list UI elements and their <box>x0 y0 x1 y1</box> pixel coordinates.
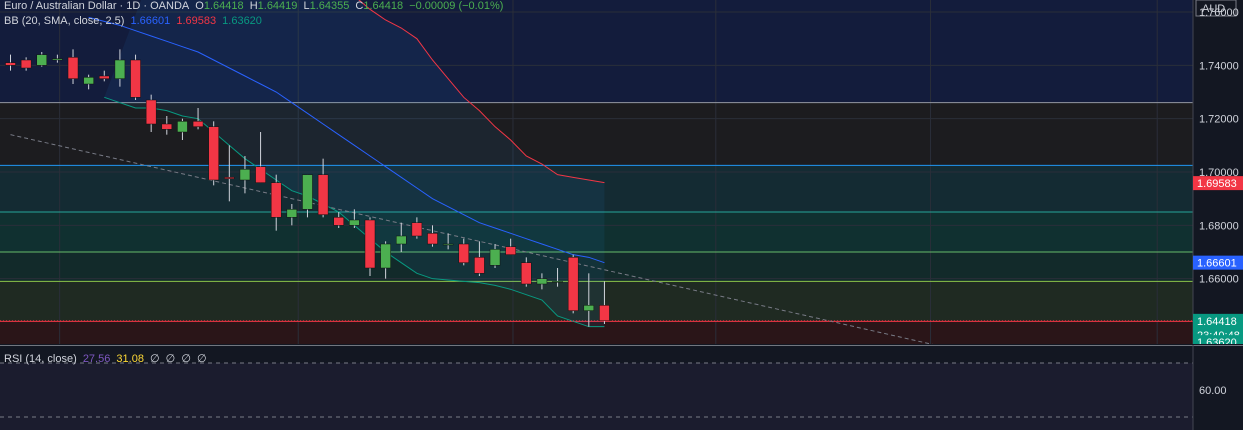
candle-down <box>333 217 344 226</box>
candle-down <box>599 305 610 322</box>
rsi-extra-2: ∅ <box>165 353 176 365</box>
candle-down <box>317 174 329 215</box>
candle-down <box>130 59 141 98</box>
bb-basis-badge: 1.66601 <box>1197 258 1237 270</box>
candle-down <box>411 222 423 237</box>
candle-down <box>521 262 532 285</box>
candle-up <box>302 174 313 210</box>
chart-root: AUD 1.76000 1.74000 1.72000 1.70000 1.68000 1.… <box>0 0 1243 430</box>
candle-down <box>474 257 485 274</box>
candle-up <box>83 77 94 85</box>
candle-down <box>99 75 110 79</box>
symbol-title: Euro / Australian Dollar · 1D · OANDA <box>4 0 190 12</box>
candle-down <box>20 59 32 69</box>
low-label: L <box>303 0 310 12</box>
candle-up <box>286 209 298 218</box>
rsi-label: RSI (14, close) <box>4 353 77 365</box>
candle-down <box>458 243 470 263</box>
high-label: H <box>249 0 258 12</box>
candle-up <box>114 59 126 79</box>
candle-down <box>5 62 16 66</box>
candle-up <box>489 249 501 266</box>
rsi-band <box>0 363 1193 430</box>
rsi-extra-3: ∅ <box>181 353 191 365</box>
candle-up <box>380 243 391 269</box>
price-tick-label: 1.72000 <box>1199 114 1239 126</box>
candle-up <box>552 281 563 283</box>
change-value: −0.00009 (−0.01%) <box>409 0 504 12</box>
candle-down <box>208 126 219 181</box>
rsi-legend[interactable]: RSI (14, close) 27.56 31.08 ∅ ∅ ∅ ∅ <box>4 352 210 365</box>
bb-legend[interactable]: BB (20, SMA, close, 2.5) 1.66601 1.69583… <box>4 15 265 27</box>
price-tick-label: 1.66000 <box>1199 274 1239 286</box>
symbol-legend[interactable]: Euro / Australian Dollar · 1D · OANDA O1… <box>4 0 506 12</box>
open-value: 1.64418 <box>203 0 244 12</box>
rsi-tick-label: 60.00 <box>1199 385 1227 397</box>
price-tick-label: 1.68000 <box>1199 220 1239 232</box>
candle-up <box>442 243 454 246</box>
candle-down <box>427 233 438 245</box>
candle-down <box>255 166 266 183</box>
candle-down <box>567 257 579 311</box>
price-tick-label: 1.76000 <box>1199 7 1239 19</box>
rsi-extra-1: ∅ <box>150 353 160 365</box>
candle-up <box>349 219 360 226</box>
candle-up <box>396 235 407 245</box>
bb-lower-value: 1.63620 <box>222 15 262 27</box>
candle-up <box>583 305 595 311</box>
candle-down <box>224 177 235 179</box>
bb-label: BB (20, SMA, close, 2.5) <box>4 15 125 27</box>
open-label: O <box>195 0 204 12</box>
candle-up <box>177 121 188 133</box>
bb-lower-badge: 1.63620 <box>1197 337 1237 344</box>
candle-down <box>145 99 157 125</box>
candle-down <box>505 246 516 255</box>
candle-up <box>52 58 63 61</box>
candle-up <box>239 169 251 181</box>
candle-up <box>536 278 548 285</box>
bb-upper-value: 1.69583 <box>176 15 217 27</box>
last-price-badge: 1.64418 <box>1197 316 1237 328</box>
rsi-value: 27.56 <box>82 353 111 365</box>
candle-up <box>36 54 48 66</box>
bb-basis-value: 1.66601 <box>130 15 171 27</box>
close-value: 1.64418 <box>363 0 404 12</box>
rsi-ma-value: 31.08 <box>116 353 144 365</box>
price-pane[interactable]: AUD1.760001.740001.720001.700001.680001.… <box>0 0 1243 344</box>
candle-down <box>161 123 173 130</box>
candle-down <box>67 57 79 79</box>
candle-down <box>364 219 376 269</box>
candle-down <box>270 182 282 218</box>
low-value: 1.64355 <box>309 0 350 12</box>
price-tick-label: 1.74000 <box>1199 60 1239 72</box>
rsi-extra-4: ∅ <box>196 353 207 365</box>
high-value: 1.64419 <box>257 0 298 12</box>
bb-upper-badge: 1.69583 <box>1197 178 1237 190</box>
candle-down <box>192 121 204 127</box>
